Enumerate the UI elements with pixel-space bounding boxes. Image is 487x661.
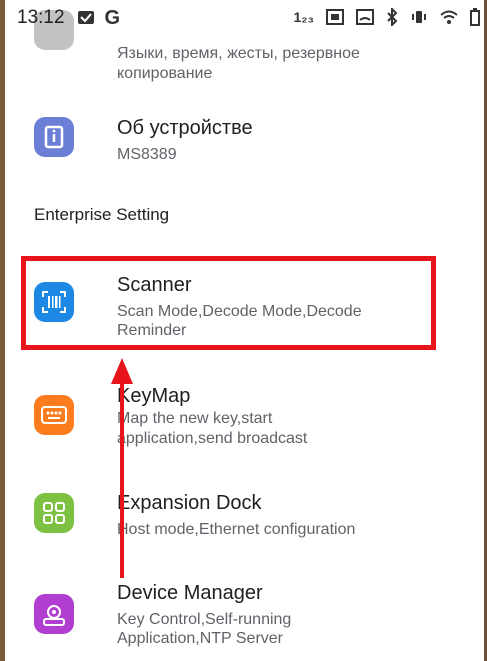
keymap-subtitle-line2: application,send broadcast	[117, 430, 308, 447]
message-check-icon	[77, 11, 94, 24]
about-title: Об устройстве	[117, 117, 253, 139]
vibrate-icon	[412, 11, 426, 23]
language-subtitle-line2: копирование	[117, 65, 213, 82]
dock-subtitle: Host mode,Ethernet configuration	[117, 521, 356, 538]
data-counter-icon: 1₂₃	[293, 9, 314, 25]
status-icons: 1₂₃	[294, 8, 480, 26]
grid-icon	[34, 493, 74, 533]
google-g-icon: G	[104, 6, 121, 29]
info-icon	[34, 117, 74, 157]
keymap-subtitle-line1: Map the new key,start	[117, 410, 273, 427]
device-manager-title: Device Manager	[117, 582, 263, 604]
device-manager-subtitle-line1: Key Control,Self-running	[117, 611, 292, 628]
section-header-enterprise: Enterprise Setting	[34, 205, 170, 224]
wifi-icon	[440, 10, 458, 24]
dock-title: Expansion Dock	[117, 492, 262, 514]
device-settings-icon	[34, 594, 74, 634]
status-time: 13:12	[17, 7, 65, 28]
list-item-device-manager[interactable]: Device Manager Key Control,Self-running …	[5, 580, 484, 655]
language-subtitle-line1: Языки, время, жесты, резервное	[117, 45, 360, 62]
annotation-highlight-box	[21, 256, 436, 350]
status-bar: 13:12 G 1₂₃	[5, 0, 484, 36]
list-item-about-device[interactable]: Об устройстве MS8389	[5, 105, 484, 175]
bluetooth-icon	[387, 8, 398, 26]
device-manager-subtitle-line2: Application,NTP Server	[117, 630, 283, 647]
battery-icon	[470, 8, 480, 26]
about-subtitle: MS8389	[117, 146, 177, 163]
list-item-expansion-dock[interactable]: Expansion Dock Host mode,Ethernet config…	[5, 490, 484, 550]
keymap-title: KeyMap	[117, 385, 191, 407]
cast-icon	[356, 9, 374, 25]
list-item-keymap[interactable]: KeyMap Map the new key,start application…	[5, 385, 484, 460]
screenshot-icon	[326, 9, 344, 25]
keyboard-icon	[34, 395, 74, 435]
